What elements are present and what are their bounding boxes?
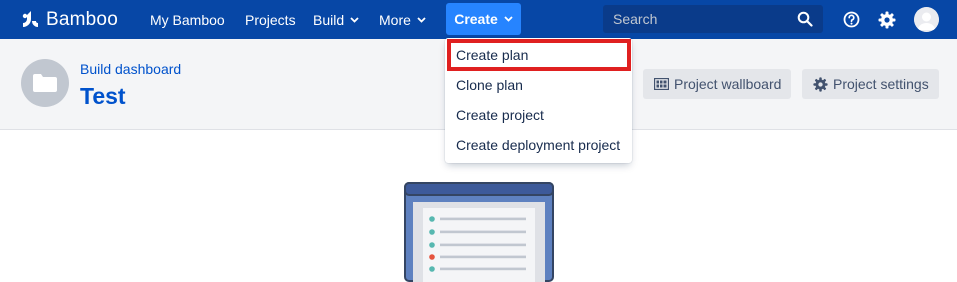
create-label: Create xyxy=(454,11,498,27)
gear-icon[interactable] xyxy=(878,11,896,29)
button-label: Project wallboard xyxy=(674,76,782,92)
empty-plans-illustration xyxy=(404,182,554,282)
top-navigation: Bamboo My Bamboo Projects Build More Cre… xyxy=(0,0,957,39)
breadcrumb[interactable]: Build dashboard xyxy=(80,61,181,77)
search-input[interactable] xyxy=(603,5,793,33)
menu-item-label: Create plan xyxy=(456,47,529,63)
search-icon[interactable] xyxy=(797,11,813,27)
chevron-down-icon xyxy=(417,16,426,23)
menu-item-create-plan[interactable]: Create plan xyxy=(445,40,632,70)
nav-projects[interactable]: Projects xyxy=(245,0,296,39)
bamboo-logo-icon xyxy=(22,10,38,27)
nav-build[interactable]: Build xyxy=(313,0,359,39)
avatar-icon xyxy=(914,7,939,32)
app-name: Bamboo xyxy=(46,8,118,30)
chevron-down-icon xyxy=(350,16,359,23)
button-label: Project settings xyxy=(833,76,929,92)
page-title: Test xyxy=(80,83,126,109)
nav-more[interactable]: More xyxy=(379,0,426,39)
menu-item-clone-plan[interactable]: Clone plan xyxy=(445,70,632,100)
nav-label: Projects xyxy=(245,11,296,28)
menu-item-create-project[interactable]: Create project xyxy=(445,100,632,130)
help-icon[interactable] xyxy=(843,11,860,28)
nav-label: Build xyxy=(313,11,345,28)
project-settings-button[interactable]: Project settings xyxy=(802,69,939,99)
nav-my-bamboo[interactable]: My Bamboo xyxy=(150,0,225,39)
nav-label: More xyxy=(379,11,411,28)
chevron-down-icon xyxy=(504,16,513,22)
settings-icon xyxy=(813,76,828,92)
menu-item-label: Clone plan xyxy=(456,77,523,93)
create-dropdown-menu: Create plan Clone plan Create project Cr… xyxy=(445,38,632,163)
user-avatar[interactable] xyxy=(914,7,939,32)
create-button[interactable]: Create xyxy=(446,3,521,35)
search-box xyxy=(603,5,823,33)
bamboo-logo[interactable]: Bamboo xyxy=(20,0,118,39)
wallboard-icon xyxy=(654,78,669,90)
menu-item-create-deployment-project[interactable]: Create deployment project xyxy=(445,130,632,160)
nav-label: My Bamboo xyxy=(150,11,225,28)
menu-item-label: Create project xyxy=(456,107,544,123)
folder-icon xyxy=(33,74,57,92)
project-wallboard-button[interactable]: Project wallboard xyxy=(643,69,792,99)
menu-item-label: Create deployment project xyxy=(456,137,621,153)
project-avatar xyxy=(21,59,69,107)
